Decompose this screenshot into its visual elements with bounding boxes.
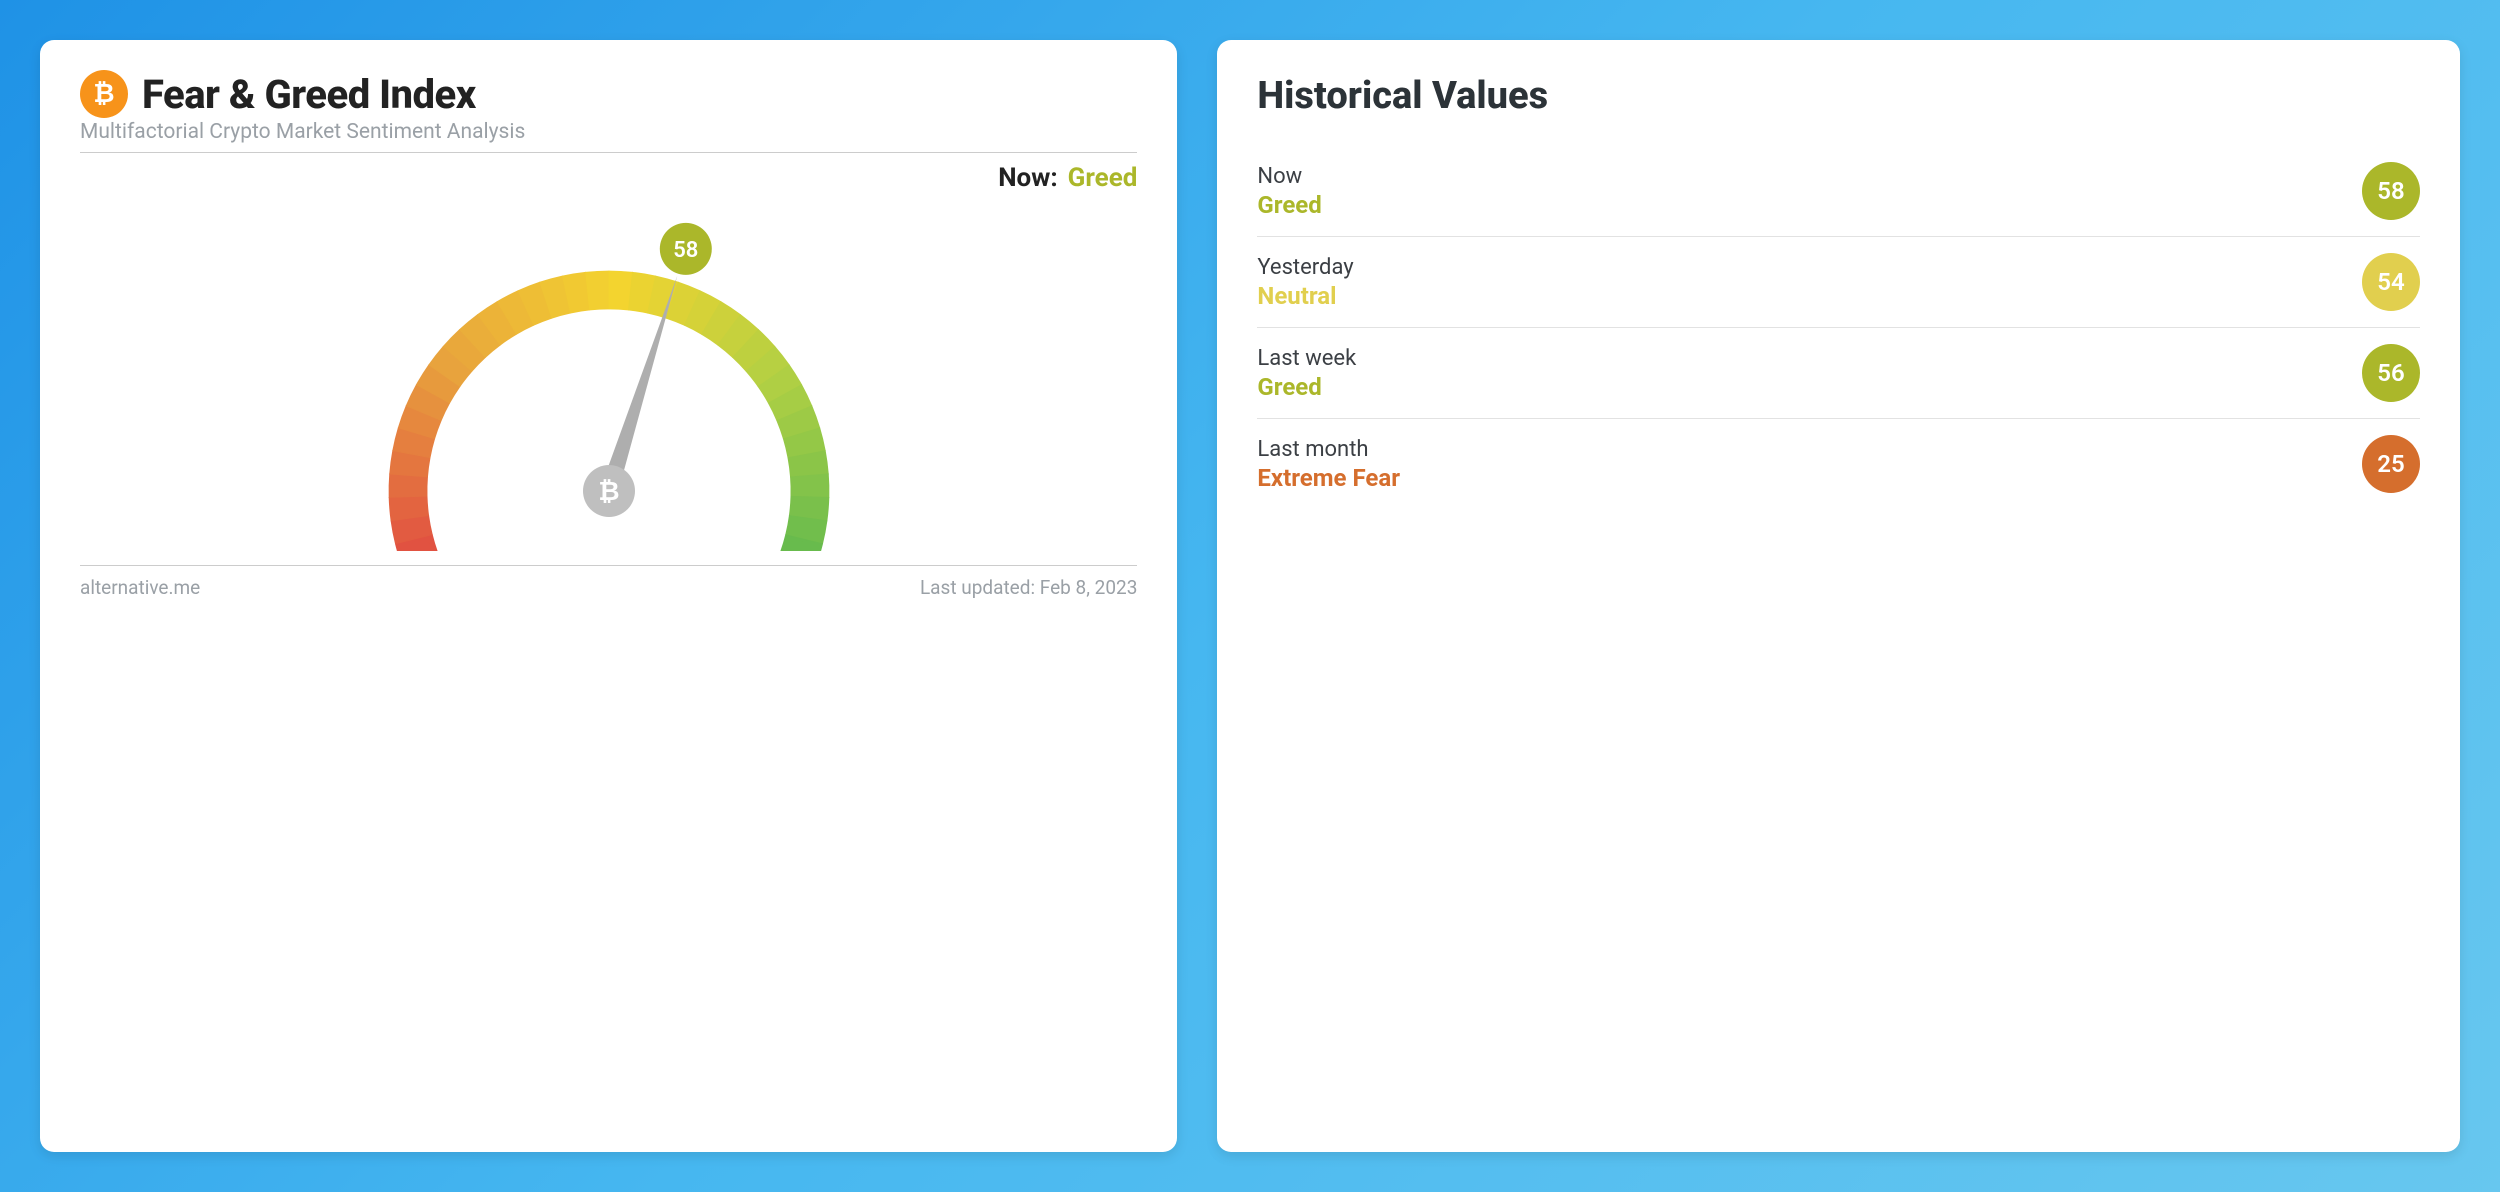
card-header: ₿ Fear & Greed Index Multifactorial Cryp… bbox=[80, 70, 1137, 153]
historical-period: Last week bbox=[1257, 346, 1356, 371]
svg-text:₿: ₿ bbox=[93, 79, 114, 109]
historical-item-text: YesterdayNeutral bbox=[1257, 255, 1353, 310]
card-subtitle: Multifactorial Crypto Market Sentiment A… bbox=[80, 120, 1137, 144]
historical-item: Last monthExtreme Fear 25 bbox=[1257, 419, 2420, 509]
historical-item: Last weekGreed 56 bbox=[1257, 328, 2420, 419]
svg-text:₿: ₿ bbox=[598, 477, 619, 507]
bitcoin-icon: ₿ bbox=[80, 70, 128, 118]
now-prefix: Now: bbox=[998, 163, 1057, 193]
historical-classification: Extreme Fear bbox=[1257, 464, 1400, 492]
historical-value-badge: 56 bbox=[2362, 344, 2420, 402]
historical-classification: Greed bbox=[1257, 373, 1356, 401]
historical-value-badge: 58 bbox=[2362, 162, 2420, 220]
historical-card: Historical Values NowGreed58YesterdayNeu… bbox=[1217, 40, 2460, 1152]
historical-list: NowGreed58YesterdayNeutral54Last weekGre… bbox=[1257, 146, 2420, 509]
source-label: alternative.me bbox=[80, 576, 200, 599]
historical-period: Yesterday bbox=[1257, 255, 1353, 280]
title-row: ₿ Fear & Greed Index bbox=[80, 70, 1137, 118]
gauge-chart: ₿ 58 bbox=[329, 181, 889, 551]
svg-text:58: 58 bbox=[673, 238, 698, 263]
historical-item: NowGreed 58 bbox=[1257, 146, 2420, 237]
updated-label: Last updated: Feb 8, 2023 bbox=[920, 576, 1137, 599]
historical-value-badge: 54 bbox=[2362, 253, 2420, 311]
historical-period: Last month bbox=[1257, 437, 1400, 462]
historical-title: Historical Values bbox=[1257, 74, 2420, 118]
now-classification: Greed bbox=[1068, 163, 1138, 193]
historical-item-text: Last weekGreed bbox=[1257, 346, 1356, 401]
card-footer: alternative.me Last updated: Feb 8, 2023 bbox=[80, 565, 1137, 599]
historical-classification: Greed bbox=[1257, 191, 1321, 219]
historical-item-text: Last monthExtreme Fear bbox=[1257, 437, 1400, 492]
fear-greed-card: ₿ Fear & Greed Index Multifactorial Cryp… bbox=[40, 40, 1177, 1152]
historical-item: YesterdayNeutral 54 bbox=[1257, 237, 2420, 328]
historical-value-badge: 25 bbox=[2362, 435, 2420, 493]
historical-classification: Neutral bbox=[1257, 282, 1353, 310]
card-title: Fear & Greed Index bbox=[142, 71, 476, 118]
historical-item-text: NowGreed bbox=[1257, 164, 1321, 219]
historical-period: Now bbox=[1257, 164, 1321, 189]
gauge: ₿ 58 bbox=[80, 181, 1137, 551]
